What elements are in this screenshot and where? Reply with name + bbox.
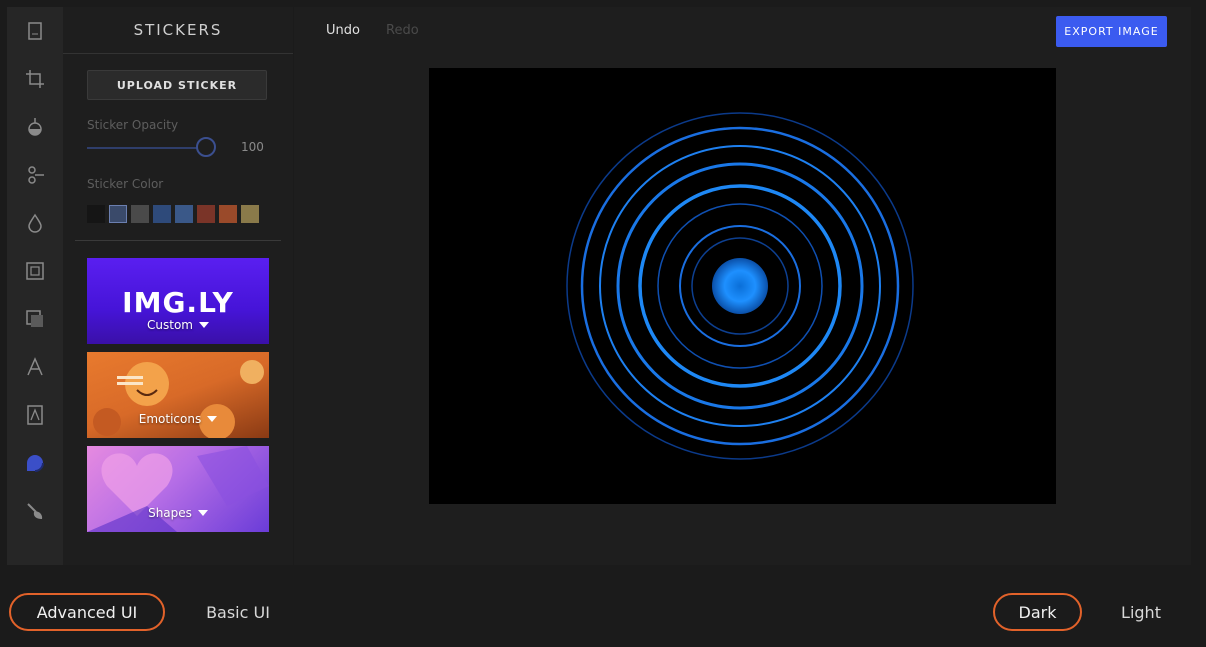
- text-icon[interactable]: [21, 353, 49, 381]
- opacity-value: 100: [241, 140, 264, 154]
- divider: [75, 240, 281, 241]
- brush-icon[interactable]: [21, 497, 49, 525]
- color-label: Sticker Color: [87, 177, 164, 191]
- color-swatch[interactable]: [197, 205, 215, 223]
- category-emoticons[interactable]: Emoticons: [87, 352, 269, 438]
- color-swatch-selected[interactable]: [109, 205, 127, 223]
- color-swatch[interactable]: [219, 205, 237, 223]
- dark-theme-toggle[interactable]: Dark: [993, 593, 1082, 631]
- filter-icon[interactable]: [21, 113, 49, 141]
- library-icon[interactable]: [21, 17, 49, 45]
- overlay-icon[interactable]: [21, 305, 49, 333]
- chevron-down-icon: [198, 322, 209, 328]
- text-design-icon[interactable]: [21, 401, 49, 429]
- sticker-panel: STICKERS UPLOAD STICKER Sticker Opacity …: [63, 7, 293, 565]
- category-label: Shapes: [148, 506, 192, 520]
- focus-icon[interactable]: [21, 209, 49, 237]
- opacity-slider-handle[interactable]: [196, 137, 216, 157]
- crop-icon[interactable]: [21, 65, 49, 93]
- color-swatches: [87, 205, 259, 223]
- adjust-icon[interactable]: [21, 161, 49, 189]
- redo-button[interactable]: Redo: [386, 23, 419, 38]
- color-swatch[interactable]: [131, 205, 149, 223]
- tool-rail: [7, 7, 63, 565]
- chevron-down-icon: [207, 416, 218, 422]
- category-label: Custom: [147, 318, 193, 332]
- imgly-logo: IMG.LY: [122, 286, 234, 319]
- upload-sticker-button[interactable]: UPLOAD STICKER: [87, 70, 267, 100]
- color-swatch[interactable]: [87, 205, 105, 223]
- editor-stage: Undo Redo EXPORT IMAGE: [294, 7, 1191, 565]
- advanced-ui-toggle[interactable]: Advanced UI: [9, 593, 165, 631]
- image-canvas[interactable]: [429, 68, 1056, 504]
- category-shapes[interactable]: Shapes: [87, 446, 269, 532]
- category-label: Emoticons: [138, 412, 202, 426]
- opacity-slider-track[interactable]: [87, 147, 207, 149]
- export-image-button[interactable]: EXPORT IMAGE: [1056, 16, 1167, 47]
- opacity-label: Sticker Opacity: [87, 118, 179, 132]
- color-swatch[interactable]: [153, 205, 171, 223]
- sticker-icon[interactable]: [21, 449, 49, 477]
- rings-image: [566, 112, 914, 460]
- color-swatch[interactable]: [241, 205, 259, 223]
- chevron-down-icon: [197, 510, 208, 516]
- light-theme-toggle[interactable]: Light: [1102, 593, 1180, 631]
- basic-ui-toggle[interactable]: Basic UI: [188, 593, 288, 631]
- color-swatch[interactable]: [175, 205, 193, 223]
- panel-title: STICKERS: [63, 7, 293, 54]
- frame-icon[interactable]: [21, 257, 49, 285]
- undo-button[interactable]: Undo: [326, 23, 360, 38]
- category-custom[interactable]: IMG.LY Custom: [87, 258, 269, 344]
